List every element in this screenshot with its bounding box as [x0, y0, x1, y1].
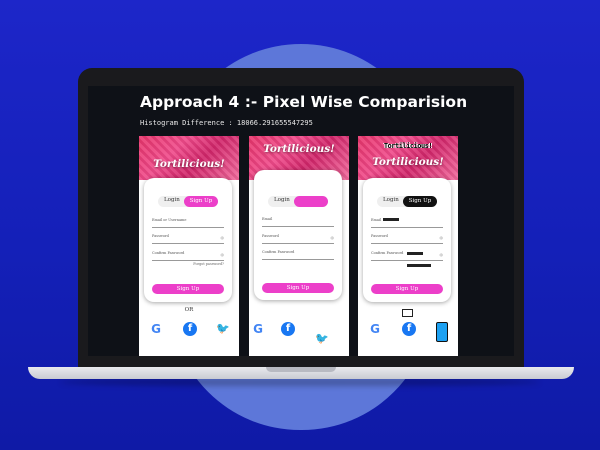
garbled-brand-title: Tortilicious!: [383, 142, 433, 150]
google-icon[interactable]: G: [149, 322, 163, 336]
diff-artifact: [402, 309, 413, 317]
email-field[interactable]: Email: [371, 218, 443, 228]
tab-signup[interactable]: Sign Up: [403, 196, 437, 207]
screenshot-panel-modified: Tortilicious! Login Email Password ◎ Con…: [249, 136, 349, 356]
tab-signup[interactable]: Sign Up: [184, 196, 218, 207]
auth-toggle: Login Sign Up: [158, 196, 218, 207]
brand-title: Tortilicious!: [153, 158, 225, 170]
confirm-password-label: Confirm Password: [371, 251, 404, 255]
tab-login[interactable]: Login: [383, 197, 399, 203]
auth-toggle: Login Sign Up: [377, 196, 437, 207]
email-field-label: Email: [262, 217, 273, 221]
signup-card: Login Email Password ◎ Confirm Password …: [254, 170, 342, 300]
diff-artifact: [407, 252, 423, 255]
signup-submit-button[interactable]: Sign Up: [371, 284, 443, 294]
email-field[interactable]: Email or Username: [152, 218, 224, 228]
twitter-icon[interactable]: 🐦: [315, 332, 329, 346]
confirm-password-label: Confirm Password: [262, 250, 295, 254]
screenshot-panel-original: Tortilicious! Login Sign Up Email or Use…: [139, 136, 239, 356]
diff-artifact: [383, 218, 399, 221]
eye-icon[interactable]: ◎: [440, 252, 444, 257]
password-field-label: Password: [152, 234, 169, 238]
password-field-label: Password: [262, 234, 279, 238]
password-field[interactable]: Password ◎: [152, 234, 224, 244]
brand-title: Tortilicious!: [263, 143, 335, 155]
tab-signup[interactable]: [294, 196, 328, 207]
eye-icon[interactable]: ◎: [221, 252, 225, 257]
email-field[interactable]: Email: [262, 217, 334, 227]
confirm-password-field[interactable]: Confirm Password ◎: [371, 251, 443, 261]
tab-login[interactable]: Login: [164, 197, 180, 203]
password-field[interactable]: Password ◎: [371, 234, 443, 244]
eye-icon[interactable]: ◎: [221, 235, 225, 240]
confirm-password-field[interactable]: Confirm Password: [262, 250, 334, 260]
password-field[interactable]: Password ◎: [262, 234, 334, 244]
confirm-password-label: Confirm Password: [152, 251, 185, 255]
email-field-label: Email: [371, 218, 382, 222]
signup-submit-button[interactable]: Sign Up: [152, 284, 224, 294]
brand-title: Tortilicious!: [372, 156, 444, 168]
eye-icon[interactable]: ◎: [440, 235, 444, 240]
laptop-shadow: [60, 378, 540, 386]
facebook-icon[interactable]: f: [183, 322, 197, 336]
confirm-password-field[interactable]: Confirm Password ◎: [152, 251, 224, 261]
or-divider: OR: [184, 307, 194, 313]
email-field-label: Email or Username: [152, 218, 187, 222]
diff-artifact: [407, 264, 431, 267]
page-title: Approach 4 :- Pixel Wise Comparision: [140, 93, 468, 111]
auth-toggle: Login: [268, 196, 328, 207]
twitter-icon[interactable]: 🐦: [216, 322, 230, 336]
password-field-label: Password: [371, 234, 388, 238]
mobile-icon[interactable]: [436, 322, 448, 342]
google-icon[interactable]: G: [251, 322, 265, 336]
laptop-notch: [266, 367, 336, 372]
histogram-difference: Histogram Difference : 18066.29165554729…: [140, 119, 313, 127]
google-icon[interactable]: G: [368, 322, 382, 336]
signup-card: Login Sign Up Email or Username Password…: [144, 178, 232, 302]
signup-submit-button[interactable]: Sign Up: [262, 283, 334, 293]
screenshot-panel-difference: Tortilicious! Tortilicious! Login Sign U…: [358, 136, 458, 356]
facebook-icon[interactable]: f: [402, 322, 416, 336]
tab-login[interactable]: Login: [274, 197, 290, 203]
signup-card: Login Sign Up Email Password ◎ Confirm P…: [363, 178, 451, 302]
laptop-screen: Approach 4 :- Pixel Wise Comparision His…: [88, 86, 514, 356]
eye-icon[interactable]: ◎: [331, 235, 335, 240]
forgot-password-link[interactable]: Forgot password?: [193, 262, 224, 266]
facebook-icon[interactable]: f: [281, 322, 295, 336]
